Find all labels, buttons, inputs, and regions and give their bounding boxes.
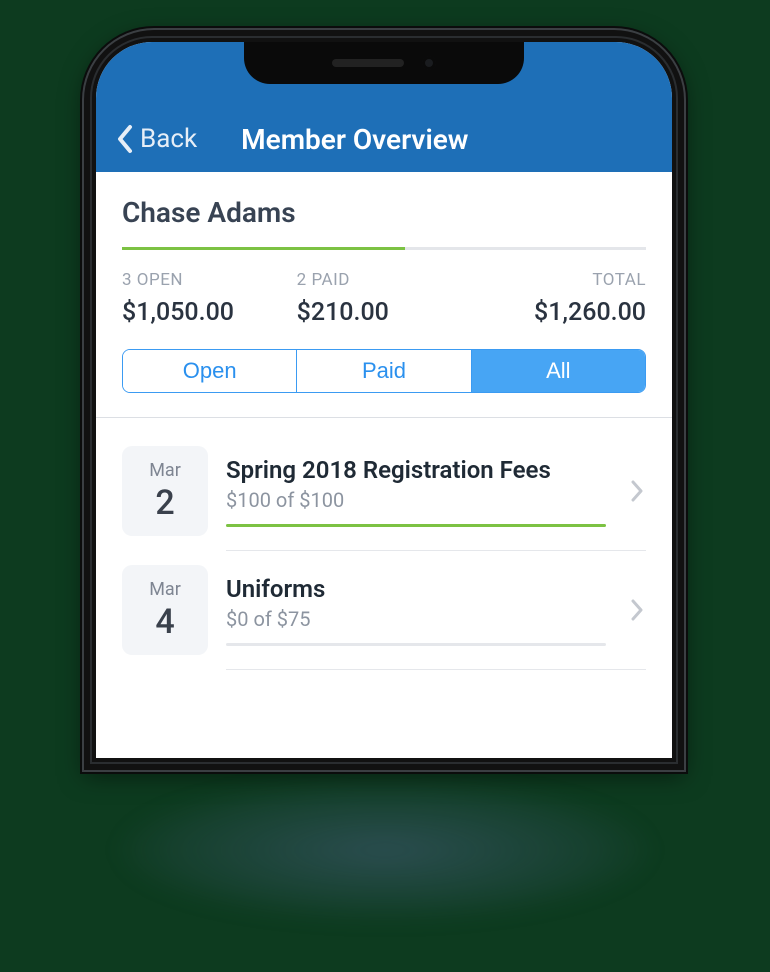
back-label: Back (140, 124, 197, 154)
summary-open-label: 3 OPEN (122, 270, 297, 290)
summary-paid: 2 PAID $210.00 (297, 270, 472, 327)
segment-paid[interactable]: Paid (297, 350, 471, 392)
date-box: Mar 4 (122, 565, 208, 655)
front-camera (422, 56, 436, 70)
member-name: Chase Adams (122, 196, 646, 247)
speaker-grill (332, 59, 404, 67)
fee-amounts: $100 of $100 (226, 488, 606, 512)
chevron-left-icon (116, 124, 134, 154)
screen: Back Member Overview Chase Adams 3 OPEN … (96, 42, 672, 758)
fee-progress (226, 524, 606, 527)
member-progress-bar (122, 247, 646, 250)
summary-total-label: TOTAL (471, 270, 646, 290)
chevron-right-icon (624, 479, 646, 503)
summary-open: 3 OPEN $1,050.00 (122, 270, 297, 327)
back-button[interactable]: Back (116, 124, 197, 154)
segment-all[interactable]: All (472, 350, 645, 392)
fee-title: Spring 2018 Registration Fees (226, 456, 606, 484)
date-month: Mar (149, 460, 181, 481)
phone-frame: Back Member Overview Chase Adams 3 OPEN … (84, 30, 684, 770)
page-title: Member Overview (241, 123, 468, 156)
segment-open[interactable]: Open (123, 350, 297, 392)
row-divider (226, 669, 646, 670)
fee-row[interactable]: Mar 2 Spring 2018 Registration Fees $100… (122, 432, 646, 536)
summary-open-value: $1,050.00 (122, 298, 297, 327)
date-month: Mar (149, 579, 181, 600)
summary-paid-value: $210.00 (297, 298, 472, 327)
fee-title: Uniforms (226, 575, 606, 603)
phone-shadow (120, 780, 650, 920)
date-day: 2 (155, 483, 174, 523)
list-divider (96, 417, 672, 418)
summary-paid-label: 2 PAID (297, 270, 472, 290)
date-day: 4 (155, 602, 174, 642)
device-notch (244, 42, 524, 84)
summary-row: 3 OPEN $1,050.00 2 PAID $210.00 TOTAL $1… (122, 270, 646, 327)
row-main: Spring 2018 Registration Fees $100 of $1… (226, 446, 606, 536)
fee-amounts: $0 of $75 (226, 607, 606, 631)
content-area: Chase Adams 3 OPEN $1,050.00 2 PAID $210… (96, 172, 672, 670)
fee-progress (226, 643, 606, 646)
filter-segmented-control: Open Paid All (122, 349, 646, 393)
date-box: Mar 2 (122, 446, 208, 536)
row-main: Uniforms $0 of $75 (226, 565, 606, 655)
fee-row[interactable]: Mar 4 Uniforms $0 of $75 (122, 551, 646, 655)
summary-total: TOTAL $1,260.00 (471, 270, 646, 327)
chevron-right-icon (624, 598, 646, 622)
summary-total-value: $1,260.00 (471, 298, 646, 327)
